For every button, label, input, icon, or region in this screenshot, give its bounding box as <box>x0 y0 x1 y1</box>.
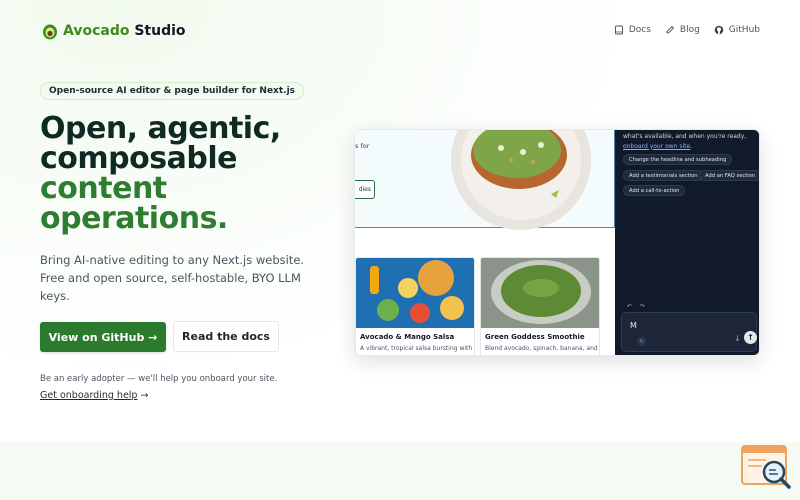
brand-name: Avocado Studio <box>63 23 186 39</box>
avocado-toast-image <box>451 130 591 230</box>
download-icon[interactable]: ↓ <box>734 334 741 343</box>
top-bar: Avocado Studio Docs Blog GitHub <box>0 0 800 62</box>
book-icon <box>614 25 623 35</box>
read-the-docs-button[interactable]: Read the docs <box>173 321 279 352</box>
assistant-input-value: M <box>630 321 637 330</box>
onboard-own-site-link[interactable]: onboard your own site <box>623 143 690 150</box>
top-nav: Docs Blog GitHub <box>614 25 760 35</box>
nav-docs-label: Docs <box>628 25 651 35</box>
avocado-icon <box>43 24 57 40</box>
recipe-card-text: Blend avocado, spinach, banana, and <box>485 345 598 352</box>
suggestion-chip-faq[interactable]: Add an FAQ section <box>699 170 759 181</box>
ai-assistant-panel: what's available, and when you're ready,… <box>615 130 759 355</box>
hero-headline: Open, agentic, composable content operat… <box>40 114 281 234</box>
pencil-icon <box>666 25 675 34</box>
nav-blog-label: Blog <box>679 25 700 35</box>
preview-hero-button[interactable]: dies <box>355 180 375 199</box>
recipe-card[interactable]: Green Goddess Smoothie Blend avocado, sp… <box>480 257 600 355</box>
headline-line-1: Open, agentic, <box>40 111 281 146</box>
nav-docs[interactable]: Docs <box>614 25 651 35</box>
preview-hero-text: s for <box>355 142 370 150</box>
early-adopter-text: Be an early adopter — we'll help you onb… <box>40 374 278 384</box>
headline-line-2: composable <box>40 141 237 176</box>
headline-line-4: operations. <box>40 201 228 236</box>
hero-description: Bring AI-native editing to any Next.js w… <box>40 253 305 303</box>
redo-icon[interactable]: ↷ <box>640 303 645 310</box>
github-icon <box>714 25 724 35</box>
brand-name-part2: Studio <box>134 23 186 39</box>
assistant-input[interactable]: M ✎ ↓ ↑ <box>621 312 757 352</box>
nav-github[interactable]: GitHub <box>714 25 760 35</box>
suggestion-chip-cta[interactable]: Add a call-to-action <box>623 185 686 196</box>
headline-line-3: content <box>40 171 167 206</box>
tagline-badge: Open-source AI editor & page builder for… <box>40 82 305 100</box>
onboarding-help-label: Get onboarding help <box>40 390 138 401</box>
assistant-message: what's available, and when you're ready,… <box>623 132 758 151</box>
recipe-card-title: Avocado & Mango Salsa <box>360 333 455 341</box>
suggestion-chip-testimonials[interactable]: Add a testimonials section <box>623 170 704 181</box>
undo-icon[interactable]: ↶ <box>627 303 632 310</box>
preview-site-hero[interactable]: s for dies <box>355 130 615 230</box>
bottom-band <box>0 442 800 500</box>
code-search-icon[interactable] <box>740 444 792 490</box>
assistant-message-start: what's available, and when you're ready, <box>623 133 747 140</box>
assistant-message-end: . <box>690 142 693 150</box>
recipe-card[interactable]: Avocado & Mango Salsa A vibrant, tropica… <box>355 257 475 355</box>
recipe-card-text: A vibrant, tropical salsa bursting with <box>360 345 473 352</box>
onboarding-arrow: → <box>140 390 149 401</box>
preview-site: s for dies Avocado & Mango Salsa A vibra… <box>355 130 615 355</box>
brand-logo[interactable]: Avocado Studio <box>42 22 186 40</box>
brand-name-part1: Avocado <box>63 23 130 39</box>
recipe-card-title: Green Goddess Smoothie <box>485 333 585 341</box>
onboarding-help-link[interactable]: Get onboarding help → <box>40 390 148 401</box>
nav-github-label: GitHub <box>728 25 760 35</box>
product-preview: s for dies Avocado & Mango Salsa A vibra… <box>354 129 760 356</box>
salsa-image <box>356 258 474 328</box>
nav-blog[interactable]: Blog <box>665 25 700 35</box>
smoothie-image <box>481 258 599 328</box>
send-button[interactable]: ↑ <box>744 331 757 344</box>
suggestion-chip-headline[interactable]: Change the headline and subheading <box>623 154 733 165</box>
view-on-github-button[interactable]: View on GitHub → <box>40 322 166 352</box>
attach-icon[interactable]: ✎ <box>637 337 646 346</box>
